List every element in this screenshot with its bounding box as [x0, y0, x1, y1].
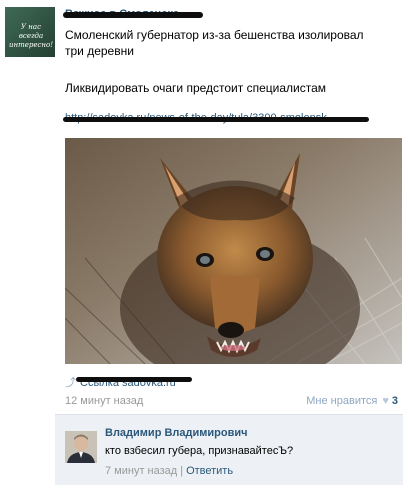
group-avatar[interactable]: У нас всегда интересно!	[5, 7, 55, 57]
post-photo[interactable]	[65, 138, 402, 364]
avatar-text: У нас всегда интересно!	[8, 23, 54, 49]
post-text-subline: Ликвидировать очаги предстоит специалист…	[65, 81, 327, 95]
commenter-name[interactable]: Владимир Владимирович	[105, 427, 248, 439]
comment-time[interactable]: 7 минут назад	[105, 465, 177, 477]
heart-icon: ♥	[382, 395, 389, 407]
like-button[interactable]: Мне нравится ♥ 3	[306, 395, 398, 407]
comment-meta: 7 минут назад | Ответить	[105, 465, 233, 477]
reply-link[interactable]: Ответить	[186, 465, 233, 477]
share-arrow-icon: ⤴	[65, 377, 76, 389]
like-count: 3	[391, 395, 398, 407]
redaction-scribble	[76, 377, 192, 382]
wolf-photo-image	[65, 138, 402, 364]
redaction-scribble	[63, 12, 203, 18]
comments-section: Владимир Владимирович кто взбесил губера…	[55, 414, 403, 485]
comment-text: кто взбесил губера, признавайтесЪ?	[105, 445, 294, 457]
post-text-headline: Смоленский губернатор из-за бешенства из…	[65, 28, 364, 58]
comment-separator: |	[180, 465, 184, 477]
redaction-scribble	[63, 117, 369, 122]
post-time[interactable]: 12 минут назад	[65, 395, 143, 407]
commenter-photo	[65, 431, 97, 463]
commenter-avatar[interactable]	[65, 431, 97, 463]
like-label: Мне нравится	[306, 395, 378, 407]
